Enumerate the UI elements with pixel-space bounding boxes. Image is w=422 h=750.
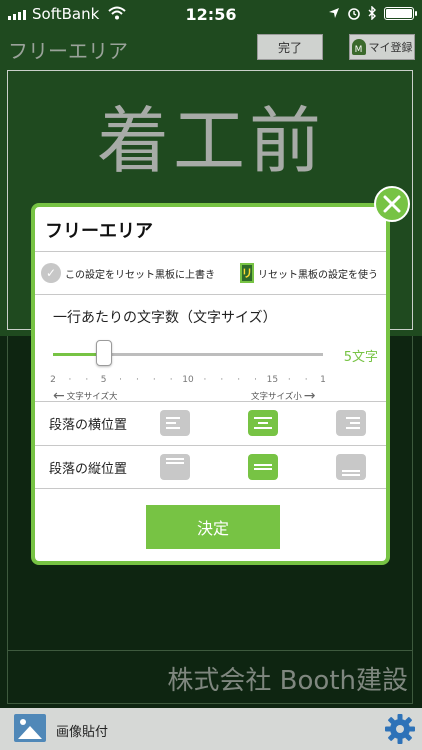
- valign-top-button[interactable]: [160, 454, 190, 480]
- page-title: フリーエリア: [8, 39, 128, 63]
- tick-dot: ·: [287, 375, 291, 385]
- status-bar: SoftBank 12:56: [0, 0, 422, 30]
- divider: [35, 488, 386, 489]
- chars-per-line-title: 一行あたりの文字数（文字サイズ）: [53, 310, 277, 326]
- dialog-title: フリーエリア: [45, 221, 153, 242]
- tick-dot: ·: [152, 375, 156, 385]
- my-register-button[interactable]: M マイ登録: [349, 34, 415, 60]
- align-right-button[interactable]: [336, 410, 366, 436]
- overwrite-reset-label: この設定をリセット黒板に上書き: [65, 269, 215, 281]
- tick-dot: ·: [220, 375, 224, 385]
- align-left-button[interactable]: [160, 410, 190, 436]
- image-paste-button[interactable]: 画像貼付: [56, 721, 108, 740]
- image-icon[interactable]: [14, 714, 46, 742]
- tick-label: 2: [50, 375, 56, 385]
- free-area-settings-dialog: フリーエリア ✓ この設定をリセット黒板に上書き リ リセット黒板の設定を使う …: [31, 203, 390, 565]
- location-icon: [329, 8, 339, 18]
- slider-thumb[interactable]: [95, 340, 112, 366]
- use-reset-option[interactable]: リ リセット黒板の設定を使う: [240, 263, 378, 283]
- tick-dot: ·: [203, 375, 207, 385]
- tick-dot: ·: [169, 375, 173, 385]
- chars-per-line-slider[interactable]: [53, 353, 323, 356]
- gear-icon[interactable]: [384, 713, 416, 745]
- divider: [35, 251, 386, 252]
- vertical-position-label: 段落の縦位置: [49, 462, 128, 477]
- valign-middle-button[interactable]: [248, 454, 278, 480]
- tick-dot: ·: [135, 375, 139, 385]
- tick-dot: ·: [119, 375, 122, 385]
- my-register-label: マイ登録: [368, 41, 413, 54]
- divider: [35, 401, 386, 402]
- tick-label: 1: [320, 375, 326, 385]
- done-button[interactable]: 完了: [257, 34, 323, 60]
- bottom-toolbar: 画像貼付: [0, 708, 422, 750]
- tick-dot: ·: [237, 375, 241, 385]
- board-heading: 着工前: [96, 99, 325, 183]
- divider: [35, 294, 386, 295]
- alarm-icon: [348, 8, 360, 20]
- company-name[interactable]: 株式会社 Booth建設: [167, 660, 408, 697]
- reset-board-icon: リ: [240, 263, 254, 283]
- tick-dot: ·: [68, 375, 72, 385]
- slider-value: 5文字: [343, 350, 378, 365]
- align-center-button[interactable]: [248, 410, 278, 436]
- tick-dot: ·: [254, 375, 257, 385]
- my-badge-icon: M: [351, 39, 366, 55]
- bluetooth-icon: [368, 6, 376, 20]
- close-button[interactable]: [374, 186, 410, 222]
- overwrite-reset-option[interactable]: ✓ この設定をリセット黒板に上書き: [41, 263, 215, 283]
- slider-ticks: 2 · · 5 · · · · 10 · · · · 15 · · 1: [50, 375, 326, 387]
- valign-bottom-button[interactable]: [336, 454, 366, 480]
- tick-label: 15: [266, 375, 279, 385]
- board-divider: [7, 650, 413, 651]
- use-reset-label: リセット黒板の設定を使う: [258, 269, 378, 281]
- close-icon: [383, 195, 401, 213]
- divider: [35, 445, 386, 446]
- confirm-button[interactable]: 決定: [146, 505, 280, 549]
- horizontal-position-label: 段落の横位置: [49, 418, 128, 433]
- battery-icon: [384, 6, 417, 20]
- tick-label: 10: [182, 375, 194, 385]
- check-icon: ✓: [41, 263, 61, 283]
- tick-dot: ·: [85, 375, 89, 385]
- tick-dot: ·: [304, 375, 308, 385]
- tick-label: 5: [100, 375, 107, 385]
- nav-bar: フリーエリア 完了 M マイ登録: [0, 30, 422, 66]
